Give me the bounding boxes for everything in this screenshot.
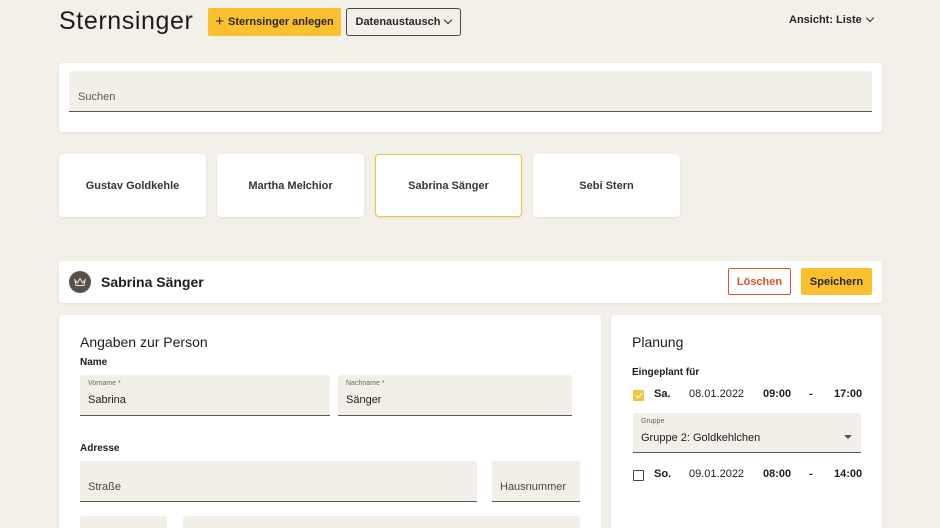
chevron-down-icon [444, 15, 453, 25]
chevron-down-icon [865, 13, 874, 23]
firstname-value: Sabrina [88, 394, 126, 406]
person-tile[interactable]: Sebi Stern [533, 154, 680, 217]
view-toggle-label: Ansicht: Liste [789, 14, 862, 26]
slot-end-time: 17:00 [834, 388, 863, 400]
person-tile-selected[interactable]: Sabrina Sänger [375, 154, 522, 217]
add-sternsinger-label: Sternsinger anlegen [228, 16, 334, 28]
slot-separator: - [809, 388, 813, 400]
slot-separator: - [809, 468, 813, 480]
person-tile-name: Martha Melchior [248, 179, 333, 192]
data-exchange-dropdown[interactable]: Datenaustausch [346, 8, 461, 36]
group-label: Gruppe [641, 418, 665, 425]
slot-checkbox-saturday[interactable] [633, 390, 644, 401]
plus-icon: + [215, 13, 224, 30]
planning-title: Planung [632, 334, 684, 350]
search-input[interactable] [69, 71, 872, 111]
lastname-value: Sänger [346, 394, 382, 406]
person-tile-name: Sabrina Sänger [408, 179, 489, 192]
address-heading: Adresse [80, 443, 120, 454]
person-tile-name: Gustav Goldkehle [85, 179, 180, 192]
add-sternsinger-button[interactable]: + Sternsinger anlegen [208, 8, 341, 36]
person-tile[interactable]: Gustav Goldkehle [59, 154, 206, 217]
view-toggle[interactable]: Ansicht: Liste [789, 13, 874, 26]
avatar [69, 271, 91, 293]
detail-person-name: Sabrina Sänger [101, 274, 204, 290]
house-number-field[interactable]: Hausnummer [492, 461, 580, 502]
slot-date: 08.01.2022 [689, 388, 745, 400]
group-select[interactable]: Gruppe Gruppe 2: Goldkehlchen [633, 413, 861, 453]
slot-checkbox-sunday[interactable] [633, 470, 644, 481]
postal-code-field[interactable] [80, 516, 167, 528]
group-value: Gruppe 2: Goldkehlchen [641, 432, 761, 444]
delete-button[interactable]: Löschen [728, 268, 791, 295]
dropdown-arrow-icon [844, 435, 852, 439]
slot-start-time: 08:00 [763, 468, 792, 480]
name-heading: Name [80, 357, 108, 368]
save-button[interactable]: Speichern [801, 268, 872, 295]
slot-day: So. [654, 468, 672, 480]
slot-date: 09.01.2022 [689, 468, 745, 480]
data-exchange-label: Datenaustausch [355, 16, 441, 28]
firstname-field[interactable]: Vorname * Sabrina [80, 375, 330, 416]
person-tile-name: Sebi Stern [579, 179, 634, 192]
house-number-placeholder: Hausnummer [500, 481, 567, 493]
firstname-label: Vorname * [88, 380, 121, 387]
street-field[interactable]: Straße [80, 461, 477, 502]
city-field[interactable] [183, 516, 580, 528]
person-tile[interactable]: Martha Melchior [217, 154, 364, 217]
search-field[interactable] [69, 71, 872, 112]
street-placeholder: Straße [88, 481, 122, 493]
crown-icon [74, 277, 86, 286]
slot-day: Sa. [654, 388, 671, 400]
lastname-label: Nachname * [346, 380, 385, 387]
slot-start-time: 09:00 [763, 388, 792, 400]
slot-end-time: 14:00 [834, 468, 863, 480]
app-title: Sternsinger [59, 7, 194, 35]
person-section-title: Angaben zur Person [80, 334, 208, 350]
scheduled-heading: Eingeplant für [632, 367, 700, 378]
lastname-field[interactable]: Nachname * Sänger [338, 375, 572, 416]
